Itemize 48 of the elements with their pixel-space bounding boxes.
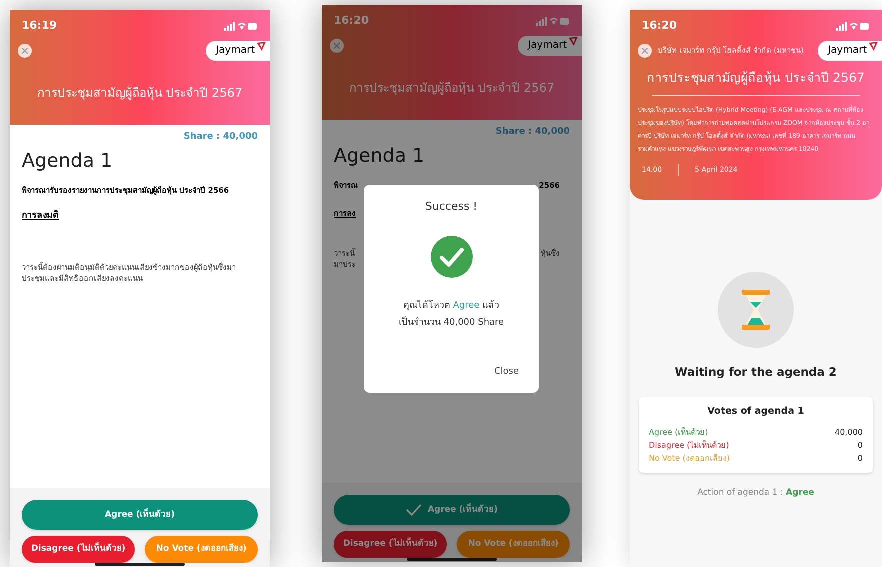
meeting-title: การประชุมสามัญผู้ถือหุ้น ประจำปี 2567 xyxy=(37,84,243,102)
vote-option: Disagree (ไม่เห็นด้วย) xyxy=(649,438,730,452)
logo-text: Jaymart xyxy=(216,44,255,58)
logo-mark-icon xyxy=(257,42,266,51)
status-time: 16:20 xyxy=(642,18,678,34)
vote-option: No Vote (งดออกเสียง) xyxy=(649,452,730,464)
logo-text: Jaymart xyxy=(828,44,867,58)
resolution-link[interactable]: การลงมติ xyxy=(22,210,59,224)
status-icons xyxy=(224,22,258,31)
vote-message: คุณได้โหวต Agree แล้ว xyxy=(403,300,500,312)
close-icon xyxy=(22,48,28,54)
vote-button[interactable]: Agree (เห็นด้วย) xyxy=(334,495,570,525)
vote-total: 0 xyxy=(858,440,863,452)
vote-button[interactable]: No Vote (งดออกเสียง) xyxy=(457,531,570,558)
vote-button[interactable]: No Vote (งดออกเสียง) xyxy=(145,536,258,563)
status-time: 16:19 xyxy=(22,18,58,34)
close-button[interactable] xyxy=(330,38,344,52)
vote-button[interactable]: Disagree (ไม่เห็นด้วย) xyxy=(334,531,447,558)
vote-button[interactable]: Agree (เห็นด้วย) xyxy=(22,500,258,530)
action-summary: Action of agenda 1 : Agree xyxy=(698,486,814,500)
share-count: Share : 40,000 xyxy=(184,131,258,144)
share-count: Share : 40,000 xyxy=(496,126,570,139)
vote-option: Agree (เห็นด้วย) xyxy=(649,426,708,438)
check-circle-icon xyxy=(430,236,472,278)
logo-mark-icon xyxy=(569,37,578,46)
agenda-title: Agenda 1 xyxy=(334,144,426,168)
status-icons xyxy=(536,16,570,26)
meeting-title: การประชุมสามัญผู้ถือหุ้น ประจำปี 2567 xyxy=(349,80,555,97)
close-icon xyxy=(642,48,648,54)
close-button[interactable]: Close xyxy=(494,366,519,379)
logo-mark-icon xyxy=(869,42,878,51)
close-button[interactable] xyxy=(638,44,652,58)
status-time: 16:20 xyxy=(334,13,370,29)
status-icons xyxy=(836,22,870,31)
meeting-title: การประชุมสามัญผู้ถือหุ้น ประจำปี 2567 xyxy=(646,68,866,88)
vote-amount: เป็นจำนวน 40,000 Share xyxy=(398,317,504,330)
votes-title: Votes of agenda 1 xyxy=(706,405,806,420)
waiting-message: Waiting for the agenda 2 xyxy=(675,364,837,381)
close-button[interactable] xyxy=(18,44,32,58)
vote-button[interactable]: Disagree (ไม่เห็นด้วย) xyxy=(22,536,135,563)
vote-total: 0 xyxy=(858,452,863,464)
check-icon xyxy=(406,504,422,516)
logo-text: Jaymart xyxy=(528,39,567,53)
vote-total: 40,000 xyxy=(835,426,863,438)
agenda-title: Agenda 1 xyxy=(22,148,114,174)
dialog-title: Success ! xyxy=(425,199,478,215)
close-icon xyxy=(334,42,340,48)
hourglass-icon xyxy=(718,272,794,348)
